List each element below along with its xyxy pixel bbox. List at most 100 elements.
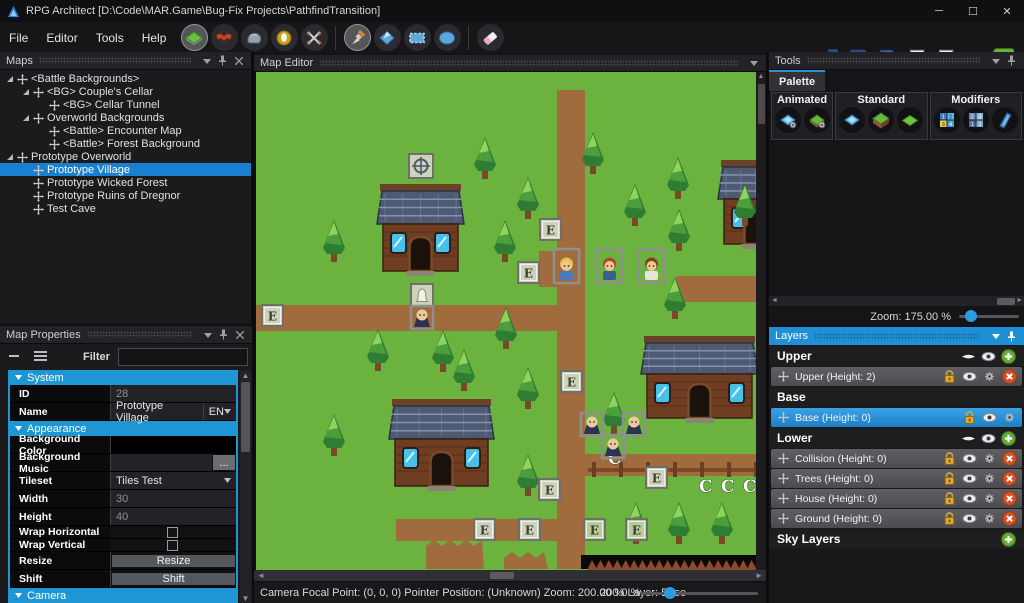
layer-group-upper[interactable]: Upper — [769, 346, 1024, 366]
water-tile-icon[interactable] — [839, 107, 865, 133]
pin-icon[interactable] — [1005, 54, 1018, 67]
layer-row[interactable]: Base (Height: 0) — [771, 408, 1022, 427]
light-tool[interactable] — [271, 24, 298, 51]
map-tree-item[interactable]: Prototype Wicked Forest — [0, 176, 251, 189]
tree-expander-icon[interactable] — [22, 88, 30, 96]
add-layer-icon[interactable] — [1001, 431, 1016, 446]
fill-tool[interactable] — [374, 24, 401, 51]
background-music-field[interactable] — [110, 454, 212, 471]
palette-horizontal-scrollbar[interactable]: ◄ ► — [769, 296, 1024, 306]
menu-help[interactable]: Help — [133, 31, 176, 45]
lock-icon[interactable] — [942, 369, 957, 384]
width-field[interactable]: 30 — [110, 490, 236, 507]
layer-group-base[interactable]: Base — [769, 387, 1024, 407]
layer-settings-icon[interactable] — [982, 511, 997, 526]
lock-icon[interactable] — [962, 410, 977, 425]
numbered-tiles-b-icon[interactable]: 2413 — [963, 107, 989, 133]
wrap-vertical-checkbox[interactable] — [110, 539, 236, 551]
resize-button[interactable]: Resize — [110, 552, 236, 569]
delete-layer-icon[interactable] — [1002, 451, 1017, 466]
rock-tool[interactable] — [241, 24, 268, 51]
tree-expander-icon[interactable] — [6, 75, 14, 83]
wrap-horizontal-checkbox[interactable] — [110, 526, 236, 538]
eraser-tool[interactable] — [477, 24, 504, 51]
hide-all-icon[interactable] — [961, 431, 976, 446]
pin-icon[interactable] — [217, 328, 230, 341]
show-all-icon[interactable] — [981, 431, 996, 446]
layer-settings-icon[interactable] — [982, 471, 997, 486]
layer-settings-icon[interactable] — [982, 451, 997, 466]
menu-tools[interactable]: Tools — [87, 31, 133, 45]
delete-layer-icon[interactable] — [1002, 491, 1017, 506]
lock-icon[interactable] — [942, 471, 957, 486]
delete-layer-icon[interactable] — [1002, 511, 1017, 526]
editor-zoom-slider[interactable] — [640, 592, 758, 595]
lock-icon[interactable] — [942, 491, 957, 506]
panel-drag-area[interactable] — [39, 57, 191, 64]
panel-menu-icon[interactable] — [989, 54, 1002, 67]
grass-flat-tile-icon[interactable] — [897, 107, 923, 133]
visibility-icon[interactable] — [962, 511, 977, 526]
map-tree-item[interactable]: <Battle> Encounter Map — [0, 124, 251, 137]
tree-expander-icon[interactable] — [22, 114, 30, 122]
language-dropdown[interactable]: EN — [203, 403, 236, 420]
palette-preview-area[interactable] — [769, 195, 1024, 296]
move-layer-icon[interactable] — [776, 471, 791, 486]
map-tree-item[interactable]: <BG> Cellar Tunnel — [0, 98, 251, 111]
tree-expander-icon[interactable] — [6, 153, 14, 161]
animated-grass-tile-icon[interactable] — [804, 107, 830, 133]
map-tree-item[interactable]: Test Cave — [0, 202, 251, 215]
add-layer-icon[interactable] — [1001, 349, 1016, 364]
map-tree-item[interactable]: Prototype Village — [0, 163, 251, 176]
layer-row[interactable]: Collision (Height: 0) — [771, 449, 1022, 468]
layer-settings-icon[interactable] — [982, 491, 997, 506]
layer-group-lower[interactable]: Lower — [769, 428, 1024, 448]
layer-settings-icon[interactable] — [982, 369, 997, 384]
move-layer-icon[interactable] — [776, 369, 791, 384]
visibility-icon[interactable] — [962, 471, 977, 486]
ellipse-tool[interactable] — [434, 24, 461, 51]
map-tree-item[interactable]: <Battle> Forest Background — [0, 137, 251, 150]
sort-button[interactable] — [34, 350, 47, 364]
visibility-icon[interactable] — [982, 410, 997, 425]
minimize-button[interactable]: ─ — [922, 0, 956, 22]
layer-row[interactable]: Upper (Height: 2) — [771, 367, 1022, 386]
panel-drag-area[interactable] — [814, 333, 980, 340]
layer-group-sky-layers[interactable]: Sky Layers — [769, 529, 1024, 549]
map-tree-item[interactable]: Prototype Overworld — [0, 150, 251, 163]
show-all-icon[interactable] — [981, 349, 996, 364]
panel-drag-area[interactable] — [87, 331, 192, 338]
panel-drag-area[interactable] — [319, 60, 738, 67]
name-field[interactable]: Prototype Village — [110, 403, 203, 420]
panel-menu-icon[interactable] — [989, 330, 1002, 343]
visibility-icon[interactable] — [962, 369, 977, 384]
panel-drag-area[interactable] — [807, 57, 980, 64]
lock-icon[interactable] — [942, 451, 957, 466]
tileset-dropdown[interactable]: Tiles Test — [110, 472, 236, 489]
height-field[interactable]: 40 — [110, 508, 236, 525]
shift-button[interactable]: Shift — [110, 570, 236, 587]
map-tree-item[interactable]: Overworld Backgrounds — [0, 111, 251, 124]
panel-menu-icon[interactable] — [201, 328, 214, 341]
visibility-icon[interactable] — [962, 491, 977, 506]
map-tree-item[interactable]: <BG> Couple's Cellar — [0, 85, 251, 98]
grass-block-tile-icon[interactable] — [868, 107, 894, 133]
palette-zoom-slider[interactable] — [959, 315, 1019, 318]
property-category-system[interactable]: System — [10, 370, 236, 385]
map-vertical-scrollbar[interactable]: ▲ — [756, 72, 766, 570]
add-layer-icon[interactable] — [1001, 532, 1016, 547]
creature-tool[interactable] — [211, 24, 238, 51]
browse-button[interactable]: ... — [213, 455, 235, 470]
close-button[interactable]: ✕ — [990, 0, 1024, 22]
close-panel-icon[interactable] — [232, 54, 245, 67]
property-category-camera[interactable]: Camera — [10, 588, 236, 603]
lock-icon[interactable] — [942, 511, 957, 526]
layer-row[interactable]: House (Height: 0) — [771, 489, 1022, 508]
background-color-swatch[interactable] — [110, 436, 236, 453]
map-tree-item[interactable]: <Battle Backgrounds> — [0, 72, 251, 85]
battle-tool[interactable] — [301, 24, 328, 51]
move-layer-icon[interactable] — [776, 491, 791, 506]
collapse-all-button[interactable] — [8, 350, 20, 365]
delete-layer-icon[interactable] — [1002, 471, 1017, 486]
animated-water-tile-icon[interactable] — [775, 107, 801, 133]
